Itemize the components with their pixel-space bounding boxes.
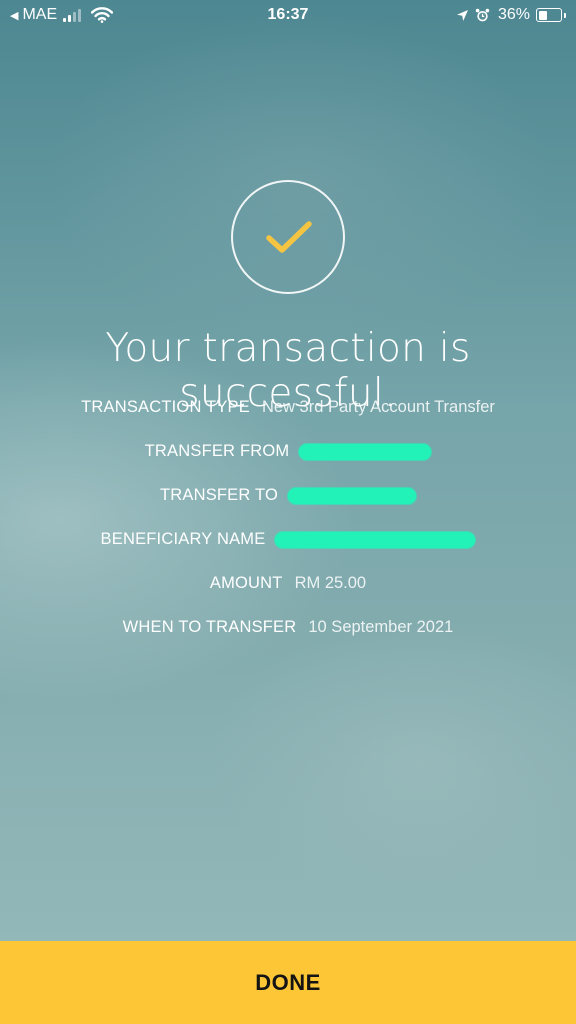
battery-cap (564, 13, 566, 18)
redaction-mark (288, 487, 417, 504)
detail-row-beneficiary-name: BENEFICIARY NAME (0, 530, 576, 549)
detail-label: TRANSFER TO (159, 486, 279, 504)
detail-value: 10 September 2021 (308, 618, 454, 636)
detail-label: WHEN TO TRANSFER (122, 618, 297, 636)
redaction-mark (299, 443, 432, 460)
status-bar: ◀ MAE 16:37 36% (0, 0, 576, 32)
location-icon (456, 9, 468, 21)
status-right: 36% (456, 6, 566, 24)
detail-row-transaction-type: TRANSACTION TYPE New 3rd Party Account T… (0, 398, 576, 417)
detail-row-when-to-transfer: WHEN TO TRANSFER 10 September 2021 (0, 618, 576, 637)
detail-label: BENEFICIARY NAME (100, 530, 266, 548)
detail-label: AMOUNT (209, 574, 283, 592)
success-circle (231, 180, 345, 294)
detail-value: New 3rd Party Account Transfer (261, 398, 495, 416)
checkmark-icon (266, 221, 312, 253)
detail-row-transfer-from: TRANSFER FROM (0, 442, 576, 461)
done-button[interactable]: DONE (0, 941, 576, 1024)
detail-value: RM 25.00 (294, 574, 367, 592)
redaction-mark (275, 531, 476, 548)
battery-percent: 36% (497, 6, 530, 23)
alarm-icon (475, 8, 490, 21)
detail-row-amount: AMOUNT RM 25.00 (0, 574, 576, 593)
detail-label: TRANSACTION TYPE (81, 398, 250, 416)
battery-fill (538, 10, 547, 20)
detail-label: TRANSFER FROM (144, 442, 290, 460)
battery-icon (536, 8, 566, 22)
detail-row-transfer-to: TRANSFER TO (0, 486, 576, 505)
